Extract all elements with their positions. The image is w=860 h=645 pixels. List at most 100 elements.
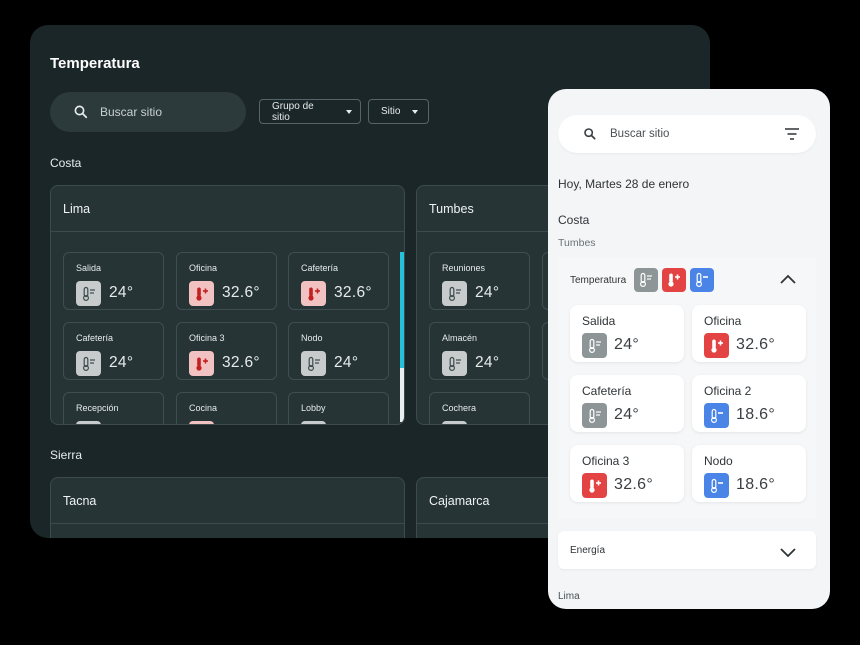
sensor-name: Oficina 3: [582, 454, 630, 468]
sensor-tile[interactable]: Nodo 18.6°: [692, 445, 806, 502]
thermometer-icon: [76, 421, 101, 424]
site-card-tacna: Tacna: [50, 477, 405, 538]
caret-down-icon: [412, 109, 419, 114]
thermometer-icon: [442, 351, 467, 376]
sensor-tile[interactable]: Oficina 3 32.6°: [176, 322, 277, 380]
sensor-name: Salida: [76, 263, 102, 273]
thermometer-icon: [301, 421, 326, 424]
sensor-name: Almacén: [442, 333, 478, 343]
sensor-value: 32.6°: [222, 354, 260, 371]
site-filter-label: Sitio: [381, 106, 401, 117]
thermometer-plus-icon: [189, 421, 214, 424]
mobile-view: Buscar sitio Hoy, Martes 28 de enero Cos…: [548, 89, 830, 609]
search-input[interactable]: Buscar sitio: [50, 92, 246, 132]
energy-accordion[interactable]: Energía: [558, 531, 816, 569]
chevron-up-icon[interactable]: [780, 271, 796, 284]
search-icon: [72, 103, 90, 121]
sensor-value: 32.6°: [614, 476, 654, 493]
thermometer-icon: [582, 403, 607, 428]
caret-down-icon: [346, 109, 352, 114]
sensor-tile[interactable]: Cafetería 24°: [63, 322, 164, 380]
region-label: Costa: [558, 213, 590, 227]
sensor-value: 32.6°: [334, 284, 372, 301]
thermometer-minus-icon: [690, 268, 715, 292]
thermometer-icon: [442, 421, 467, 424]
region-label: Costa: [50, 156, 82, 170]
sensor-value: 24°: [614, 406, 640, 423]
thermometer-icon: [582, 333, 607, 358]
sensor-name: Oficina: [704, 314, 742, 328]
temperature-accordion-header[interactable]: Temperatura: [570, 268, 718, 292]
thermometer-minus-icon: [704, 473, 729, 498]
sensor-tile[interactable]: Cafetería 24°: [570, 375, 684, 432]
sensor-value: 18.6°: [736, 476, 776, 493]
thermometer-icon: [76, 281, 101, 306]
group-filter-label: Grupo de sitio: [272, 100, 314, 123]
sensor-tile[interactable]: Oficina 2 18.6°: [692, 375, 806, 432]
mobile-search-input[interactable]: Buscar sitio: [558, 115, 816, 153]
thermometer-minus-icon: [704, 403, 729, 428]
search-placeholder: Buscar sitio: [610, 128, 670, 140]
site-filter-dropdown[interactable]: Sitio: [368, 99, 429, 124]
sensor-name: Cochera: [442, 403, 477, 413]
scrollbar[interactable]: [400, 252, 404, 422]
sensor-tile[interactable]: Nodo 24°: [288, 322, 389, 380]
scrollbar-thumb[interactable]: [400, 252, 404, 368]
sensor-tile[interactable]: Oficina 32.6°: [692, 305, 806, 362]
sensor-tile[interactable]: Almacén 24°: [429, 322, 530, 380]
site-label: Tumbes: [558, 237, 596, 249]
sensor-name: Cocina: [189, 403, 218, 413]
sensor-name: Nodo: [704, 454, 733, 468]
sensor-tile[interactable]: Oficina 3 32.6°: [570, 445, 684, 502]
sensor-value: 24°: [614, 336, 640, 353]
accordion-label: Energía: [570, 545, 606, 556]
date-heading: Hoy, Martes 28 de enero: [558, 177, 690, 191]
sensor-name: Cafetería: [301, 263, 339, 273]
site-card-title: Lima: [51, 186, 404, 232]
sensor-name: Cafetería: [582, 384, 632, 398]
thermometer-icon: [76, 351, 101, 376]
sensor-name: Oficina 2: [704, 384, 752, 398]
sensor-value: 18.6°: [736, 406, 776, 423]
sensor-value: 24°: [109, 284, 134, 301]
thermometer-icon: [634, 268, 659, 292]
sensor-name: Oficina: [189, 263, 218, 273]
sensor-name: Reuniones: [442, 263, 486, 273]
site-card-title: Tacna: [51, 478, 404, 524]
group-filter-dropdown[interactable]: Grupo de sitio: [259, 99, 361, 124]
sensor-name: Nodo: [301, 333, 323, 343]
temperature-accordion: Temperatura Salida 24° Oficina 32.6° Caf…: [558, 257, 816, 519]
sensor-value: 32.6°: [736, 336, 776, 353]
sensor-tile[interactable]: Cafetería 32.6°: [288, 252, 389, 310]
region-label: Sierra: [50, 448, 83, 462]
sensor-tile[interactable]: Reuniones 24°: [429, 252, 530, 310]
page-title: Temperatura: [50, 55, 140, 72]
sensor-name: Cafetería: [76, 333, 114, 343]
sensor-tile[interactable]: Cocina: [176, 392, 277, 424]
sensor-tile[interactable]: Cochera: [429, 392, 530, 424]
sensor-value: 24°: [475, 354, 500, 371]
sensor-tile[interactable]: Lobby: [288, 392, 389, 424]
thermometer-plus-icon: [662, 268, 687, 292]
thermometer-plus-icon: [301, 281, 326, 306]
search-placeholder: Buscar sitio: [100, 105, 163, 119]
sensor-name: Lobby: [301, 403, 326, 413]
accordion-label: Temperatura: [570, 274, 627, 286]
sensor-value: 24°: [334, 354, 359, 371]
sensor-name: Recepción: [76, 403, 119, 413]
filter-icon[interactable]: [784, 127, 800, 141]
thermometer-plus-icon: [189, 351, 214, 376]
sensor-value: 24°: [475, 284, 500, 301]
thermometer-plus-icon: [704, 333, 729, 358]
sensor-tile[interactable]: Oficina 32.6°: [176, 252, 277, 310]
sensor-tile[interactable]: Salida 24°: [63, 252, 164, 310]
thermometer-plus-icon: [582, 473, 607, 498]
sensor-value: 32.6°: [222, 284, 260, 301]
site-label: Lima: [558, 591, 580, 602]
sensor-tile[interactable]: Recepción: [63, 392, 164, 424]
sensor-value: 24°: [109, 354, 134, 371]
thermometer-icon: [301, 351, 326, 376]
thermometer-plus-icon: [189, 281, 214, 306]
sensor-tile[interactable]: Salida 24°: [570, 305, 684, 362]
site-card-lima: Lima Salida 24° Oficina 32.6° Cafetería …: [50, 185, 405, 425]
